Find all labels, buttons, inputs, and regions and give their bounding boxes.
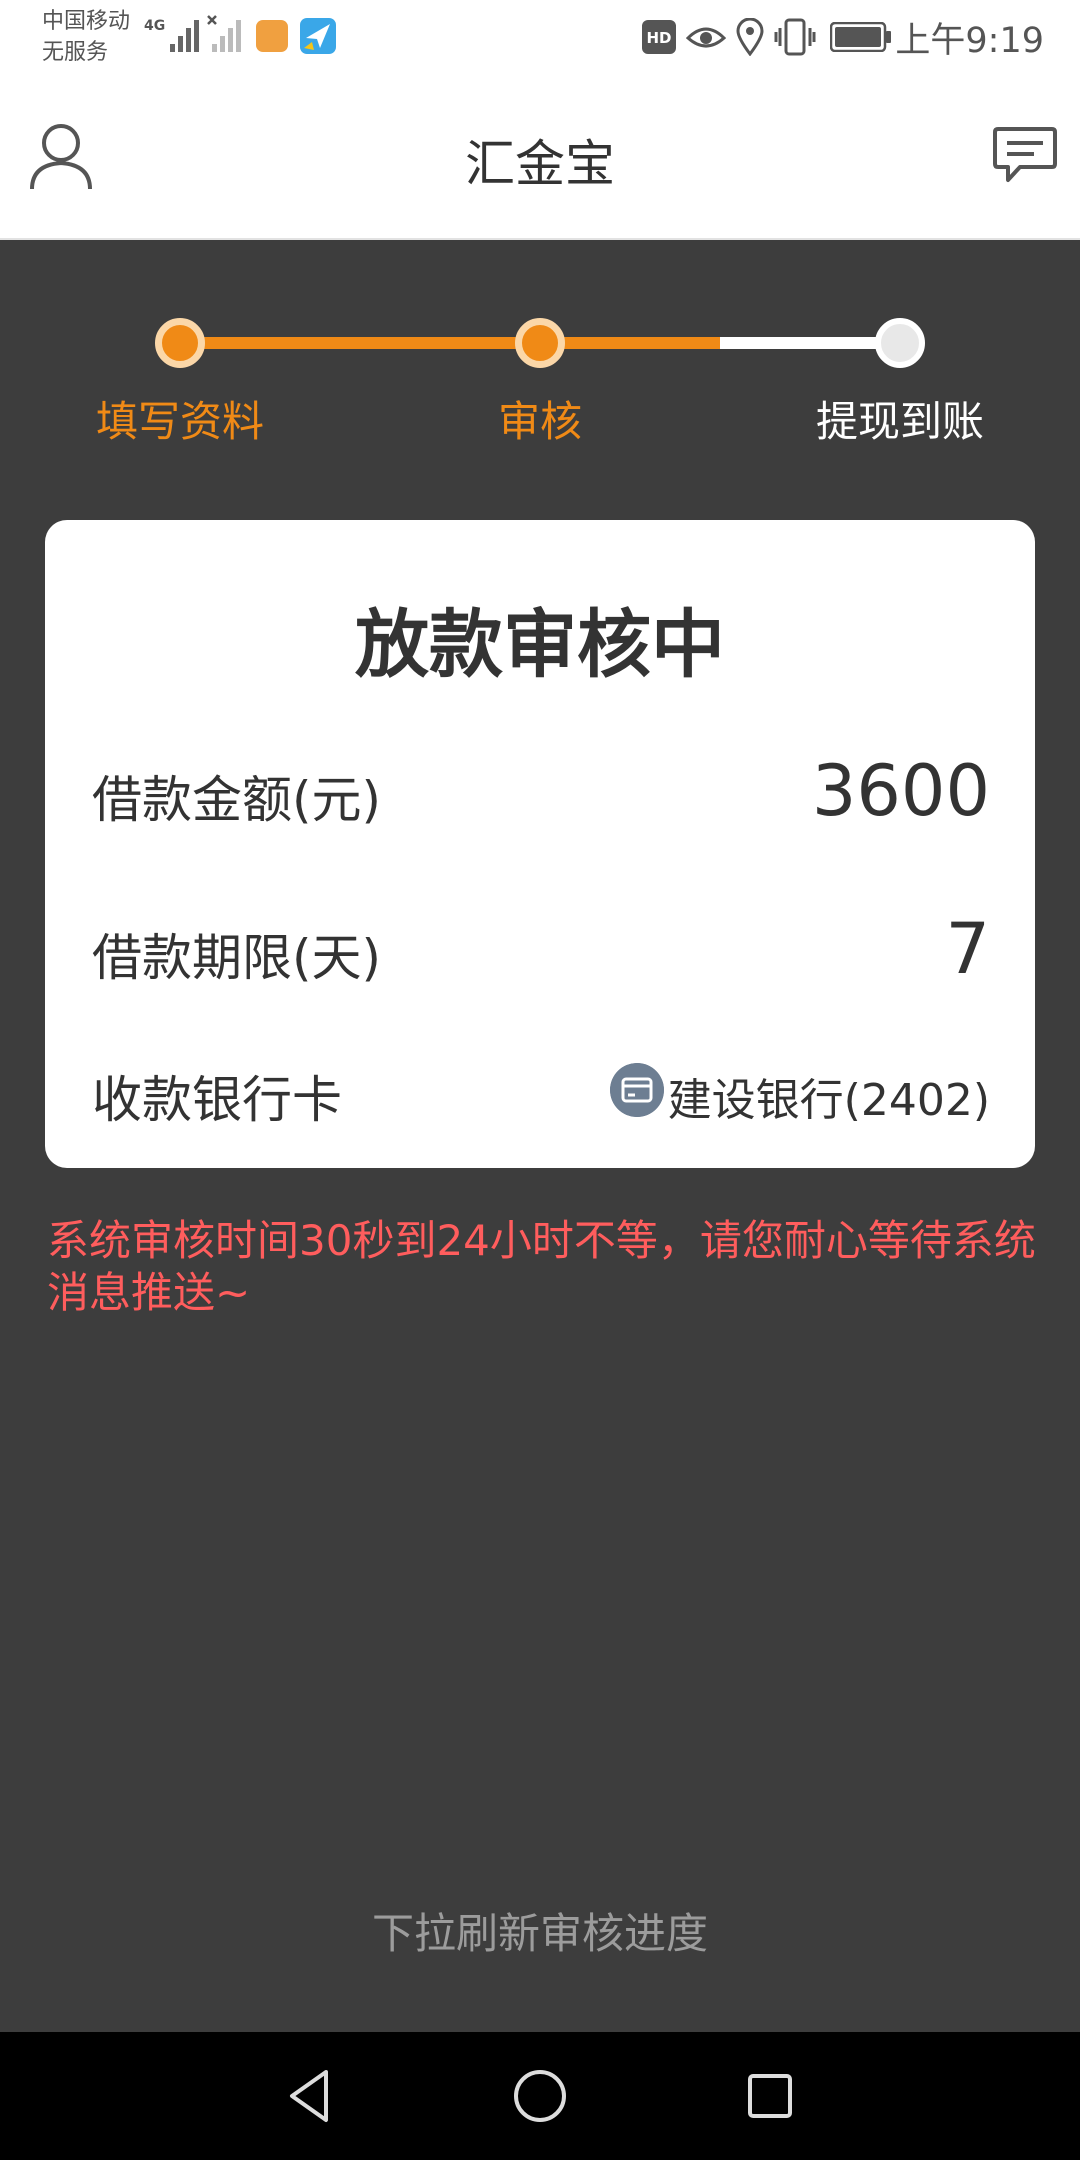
progress-track-filled: [180, 337, 720, 349]
svg-text:HD: HD: [646, 29, 671, 47]
app-notification-icon: [256, 20, 288, 52]
hd-icon: HD: [642, 20, 676, 54]
step-label-review: 审核: [497, 397, 582, 446]
card-title: 放款审核中: [355, 602, 725, 688]
amount-value: 3600: [811, 750, 990, 832]
bank-card-icon: [610, 1063, 664, 1117]
carrier-info: 中国移动 无服务: [42, 6, 130, 68]
clock: 上午9:19: [895, 21, 1044, 61]
progress-track-empty: [720, 337, 900, 349]
review-notice: 系统审核时间30秒到24小时不等，请您耐心等待系统消息推送~: [47, 1216, 1036, 1317]
step-label-fill-info: 填写资料: [95, 397, 264, 446]
home-icon[interactable]: [508, 2064, 572, 2128]
step-dot-review: [515, 318, 565, 368]
navigation-app-icon: [300, 18, 336, 54]
no-signal-icon: [207, 15, 241, 52]
service-status: 无服务: [42, 40, 109, 65]
back-icon[interactable]: [278, 2064, 342, 2128]
vibrate-icon: [774, 18, 816, 56]
step-dot-fill-info: [155, 318, 205, 368]
message-icon[interactable]: [992, 126, 1058, 186]
loan-status-card: 放款审核中 借款金额(元) 3600 借款期限(天) 7 收款银行卡 建设银行(…: [45, 520, 1035, 1168]
step-dot-withdraw: [875, 318, 925, 368]
bank-card-label: 收款银行卡: [92, 1071, 342, 1129]
step-label-withdraw: 提现到账: [815, 397, 984, 446]
term-label: 借款期限(天): [92, 929, 382, 987]
signal-icon: [170, 20, 199, 52]
app-bar: 汇金宝: [0, 76, 1080, 240]
system-nav-bar: [0, 2032, 1080, 2160]
amount-label: 借款金额(元): [92, 771, 382, 829]
carrier-name: 中国移动: [42, 9, 131, 34]
bank-card-value[interactable]: 建设银行(2402): [668, 1064, 990, 1128]
location-icon: [736, 18, 764, 56]
page-title: 汇金宝: [465, 135, 615, 193]
pull-to-refresh-hint: 下拉刷新审核进度: [371, 1909, 708, 1958]
status-bar: 中国移动 无服务 4G HD 上午9:19: [0, 0, 1080, 76]
term-value: 7: [945, 908, 990, 990]
eye-icon: [686, 27, 726, 48]
battery-icon: [830, 22, 891, 52]
recents-icon[interactable]: [738, 2064, 802, 2128]
network-type: 4G: [144, 18, 166, 34]
